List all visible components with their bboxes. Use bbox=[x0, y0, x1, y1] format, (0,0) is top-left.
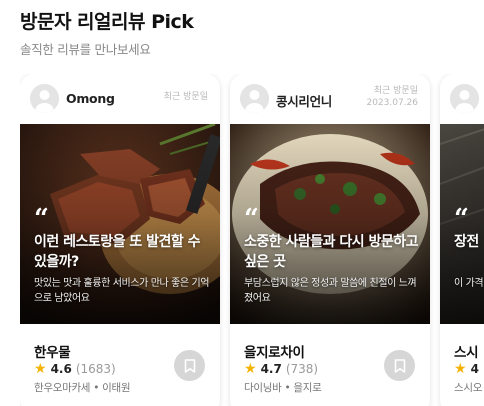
card-header: Omong 최근 방문일 bbox=[20, 74, 220, 124]
star-icon: ★ bbox=[34, 361, 47, 377]
restaurant-category: 스시오 bbox=[454, 382, 483, 394]
review-photo[interactable]: “ 장전 이 가격 있는 곳 bbox=[440, 124, 484, 324]
quote-icon: “ bbox=[244, 204, 259, 234]
rating-row: ★ 4.7 (738) bbox=[244, 361, 318, 377]
review-count: (738) bbox=[285, 362, 319, 376]
restaurant-info[interactable]: 한우물 ★ 4.6 (1683) 한우오마카세 • 이태원 bbox=[20, 324, 220, 406]
quote-icon: “ bbox=[34, 204, 49, 234]
review-count: (1683) bbox=[75, 362, 116, 376]
visit-label: 최근 방문일 bbox=[373, 86, 418, 96]
review-card[interactable]: Omong 최근 방문일 “ 이런 레스토랑을 또 발견할 수 있을까? 맛있는… bbox=[20, 74, 220, 406]
review-headline: 장전 bbox=[454, 234, 479, 250]
review-headline: 소중한 사람들과 다시 방문하고 싶은 곳 bbox=[244, 234, 419, 270]
review-photo[interactable]: “ 소중한 사람들과 다시 방문하고 싶은 곳 부담스럽지 않은 정성과 말씀에… bbox=[230, 124, 430, 324]
card-header bbox=[440, 74, 484, 124]
section-header: 방문자 리얼리뷰 Pick 솔직한 리뷰를 만나보세요 bbox=[20, 10, 194, 58]
rating-row: ★ 4.6 (1683) bbox=[34, 361, 116, 377]
visit-label: 최근 방문일 bbox=[163, 92, 208, 102]
restaurant-category: 한우오마카세 • 이태원 bbox=[34, 382, 131, 394]
user-avatar-icon bbox=[240, 84, 269, 113]
restaurant-name[interactable]: 스시 bbox=[454, 341, 479, 361]
rating-value: 4.6 bbox=[50, 362, 72, 376]
visit-info: 최근 방문일 2023.07.26 bbox=[366, 86, 418, 109]
star-icon: ★ bbox=[454, 361, 467, 377]
review-headline: 이런 레스토랑을 또 발견할 수 있을까? bbox=[34, 234, 201, 270]
rating-row: ★ 4 bbox=[454, 361, 479, 377]
quote-icon: “ bbox=[454, 204, 469, 234]
restaurant-category: 다이닝바 • 을지로 bbox=[244, 382, 322, 394]
review-carousel[interactable]: Omong 최근 방문일 “ 이런 레스토랑을 또 발견할 수 있을까? 맛있는… bbox=[20, 74, 484, 406]
visit-date: 2023.07.26 bbox=[366, 98, 418, 108]
review-card[interactable]: 콩시리언니 최근 방문일 2023.07.26 “ 소중한 사람들과 다시 방문… bbox=[230, 74, 430, 406]
restaurant-name[interactable]: 한우물 bbox=[34, 341, 71, 361]
reviewer-name: Omong bbox=[66, 91, 115, 106]
restaurant-info[interactable]: 을지로차이 ★ 4.7 (738) 다이닝바 • 을지로 bbox=[230, 324, 430, 406]
review-snippet: 부담스럽지 않은 정성과 말씀에 친절이 느껴졌어요 bbox=[244, 278, 417, 304]
restaurant-name[interactable]: 을지로차이 bbox=[244, 341, 305, 361]
user-avatar-icon bbox=[30, 84, 59, 113]
card-header: 콩시리언니 최근 방문일 2023.07.26 bbox=[230, 74, 430, 124]
section-subtitle: 솔직한 리뷰를 만나보세요 bbox=[20, 42, 151, 57]
visit-info: 최근 방문일 bbox=[164, 92, 208, 103]
review-card[interactable]: “ 장전 이 가격 있는 곳 스시 ★ 4 스시오 bbox=[440, 74, 484, 406]
review-photo[interactable]: “ 이런 레스토랑을 또 발견할 수 있을까? 맛있는 맛과 훌륭한 서비스가 … bbox=[20, 124, 220, 324]
rating-value: 4.7 bbox=[260, 362, 282, 376]
restaurant-info[interactable]: 스시 ★ 4 스시오 bbox=[440, 324, 484, 406]
rating-value: 4 bbox=[470, 362, 479, 376]
review-snippet: 맛있는 맛과 훌륭한 서비스가 만나 좋은 기억으로 남았어요 bbox=[34, 278, 210, 304]
bookmark-icon bbox=[184, 358, 195, 373]
reviewer-name: 콩시리언니 bbox=[276, 94, 333, 109]
star-icon: ★ bbox=[244, 361, 257, 377]
bookmark-button[interactable] bbox=[384, 350, 415, 381]
bookmark-button[interactable] bbox=[174, 350, 205, 381]
bookmark-icon bbox=[394, 358, 405, 373]
user-avatar-icon bbox=[450, 84, 479, 113]
section-title: 방문자 리얼리뷰 Pick bbox=[20, 11, 194, 33]
review-snippet: 이 가격 있는 곳 bbox=[454, 278, 484, 289]
